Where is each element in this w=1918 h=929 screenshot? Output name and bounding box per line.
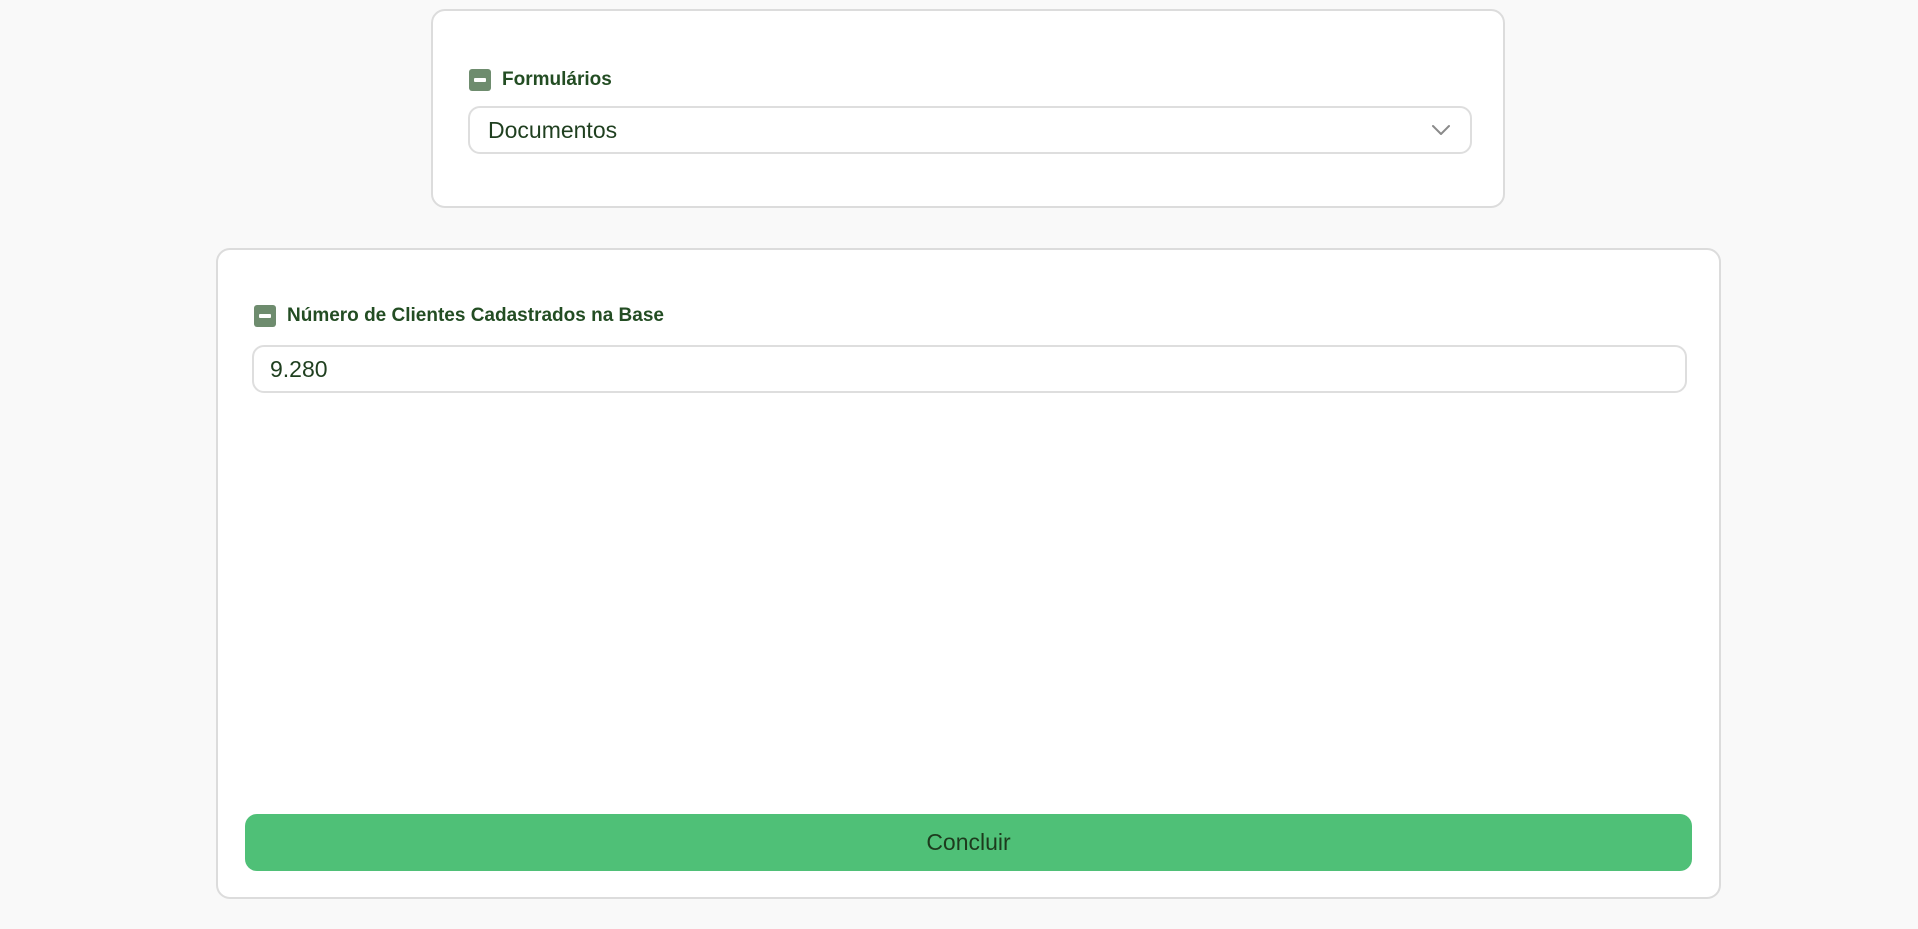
chevron-down-icon[interactable] [1430, 119, 1452, 141]
submit-button[interactable]: Concluir [245, 814, 1692, 871]
forms-label-row: Formulários [469, 69, 612, 91]
forms-label: Formulários [502, 69, 612, 90]
clients-label-row: Número de Clientes Cadastrados na Base [254, 305, 664, 327]
forms-select-value: Documentos [488, 116, 618, 143]
clients-card: Número de Clientes Cadastrados na Base C… [216, 248, 1721, 899]
forms-select[interactable]: Documentos [468, 106, 1472, 154]
clients-count-input[interactable] [252, 345, 1687, 393]
collapse-minus-icon[interactable] [254, 305, 276, 327]
clients-label: Número de Clientes Cadastrados na Base [287, 305, 664, 326]
collapse-minus-icon[interactable] [469, 69, 491, 91]
forms-card: Formulários Documentos [431, 9, 1505, 208]
